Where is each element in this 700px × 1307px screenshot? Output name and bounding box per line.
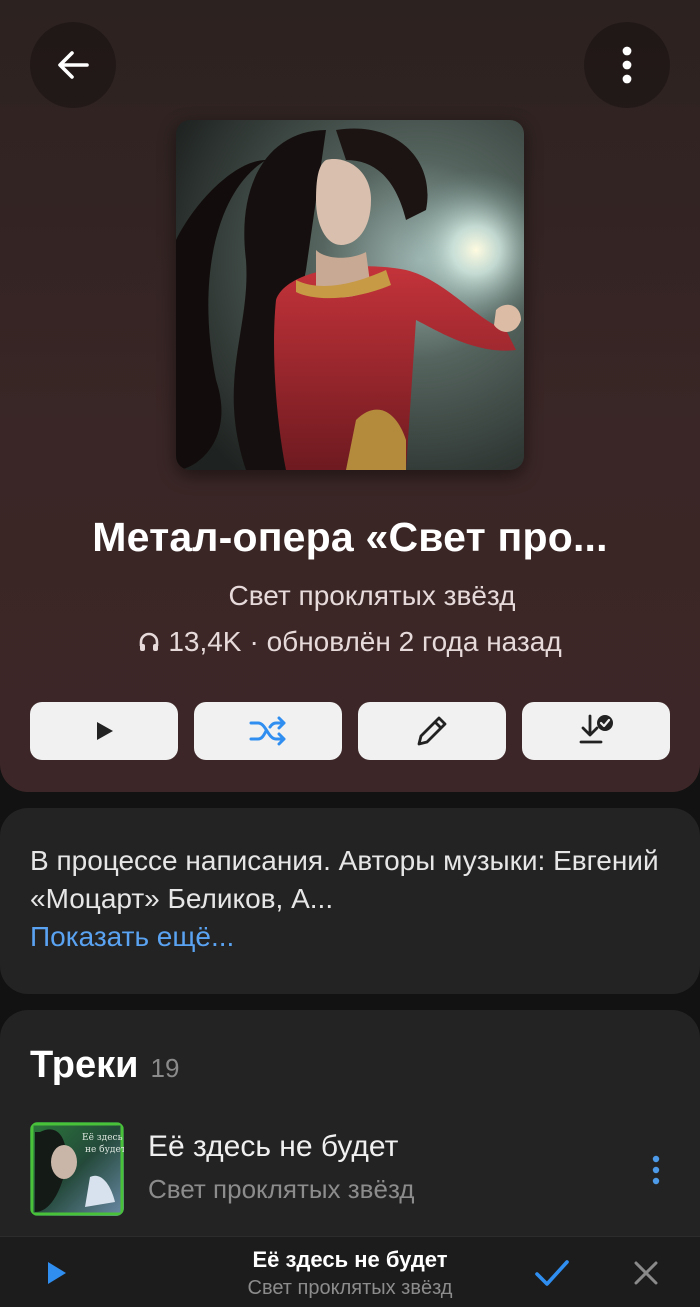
more-vertical-icon [622,46,632,84]
arrow-left-icon [58,51,89,79]
svg-text:Её здесь: Её здесь [82,1133,123,1143]
edit-button[interactable] [358,702,506,760]
svg-text:не будет: не будет [85,1144,124,1155]
download-button[interactable] [522,702,670,760]
player-close-button[interactable] [624,1253,668,1293]
playlist-header: Метал-опера «Свет про... Свет проклятых … [0,0,700,792]
track-more-button[interactable] [642,1152,670,1188]
more-options-button[interactable] [584,22,670,108]
player-play-button[interactable] [38,1255,74,1291]
play-icon [97,722,113,740]
playlist-meta: 13,4K · обновлён 2 года назад [0,626,700,658]
playlist-cover-image [176,120,524,470]
track-title: Её здесь не будет [148,1130,399,1163]
play-button[interactable] [30,702,178,760]
tracks-header: Треки 19 [30,1044,179,1087]
playlist-author[interactable]: Свет проклятых звёзд [0,580,700,612]
track-artist: Свет проклятых звёзд [148,1174,415,1204]
description-text: В процессе написания. Авторы музыки: Евг… [30,845,659,914]
shuffle-button[interactable] [194,702,342,760]
description-card: В процессе написания. Авторы музыки: Евг… [0,808,700,994]
player-track-artist: Свет проклятых звёзд [247,1277,453,1299]
headphones-icon [140,632,159,651]
mini-player[interactable]: Её здесь не будет Свет проклятых звёзд [0,1236,700,1307]
track-thumbnail: Её здесь не будет [30,1122,124,1216]
pencil-icon [417,716,447,746]
shuffle-icon [249,716,286,746]
player-track-title: Её здесь не будет [252,1247,448,1272]
playlist-title: Метал-опера «Свет про... [92,514,608,560]
track-row[interactable]: Её здесь не будет Её здесь не будет Свет… [30,1122,670,1216]
show-more-link[interactable]: Показать ещё... [30,918,670,956]
back-button[interactable] [30,22,116,108]
check-icon [535,1260,569,1286]
action-buttons [30,702,670,760]
close-icon [634,1261,658,1285]
download-done-icon [579,714,613,744]
more-vertical-icon [652,1155,660,1185]
player-added-button[interactable] [530,1253,574,1293]
listen-count: 13,4K [168,626,242,657]
play-icon [48,1262,66,1284]
tracks-count: 19 [150,1053,180,1083]
updated-text: · обновлён 2 года назад [249,626,562,657]
tracks-title: Треки [30,1044,139,1086]
